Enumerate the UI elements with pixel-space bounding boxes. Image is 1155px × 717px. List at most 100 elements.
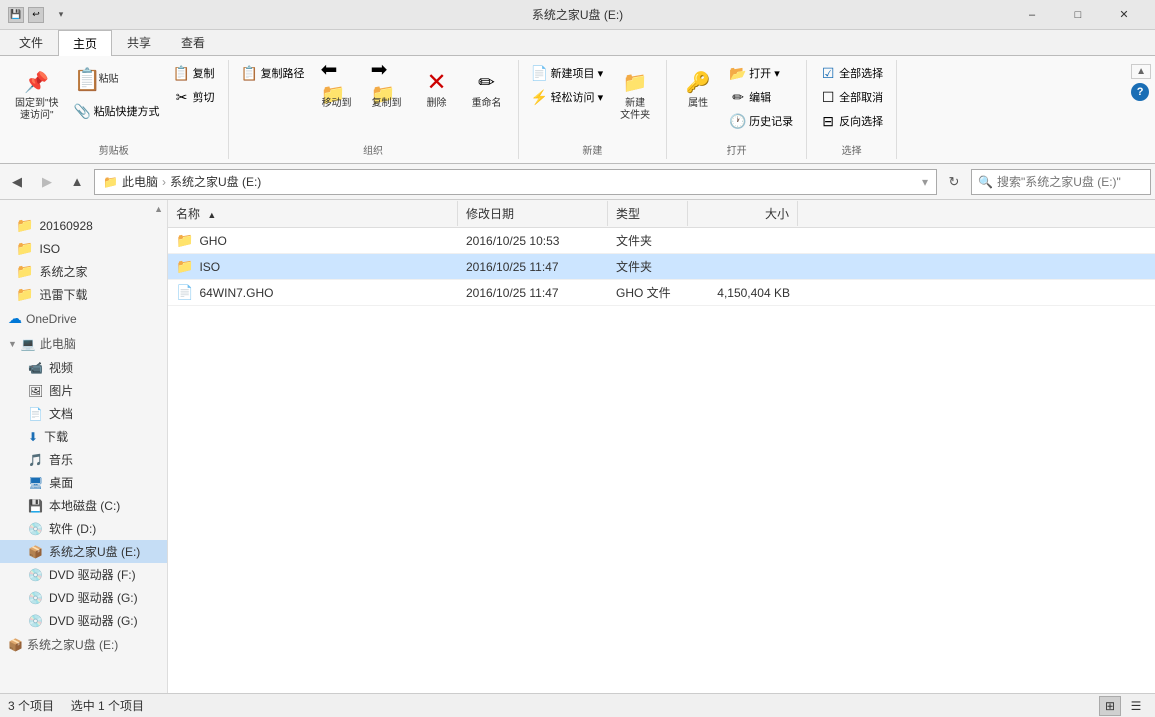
drive-f-icon: 💿 <box>28 568 43 582</box>
deselect-all-button[interactable]: ☐ 全部取消 <box>815 86 888 108</box>
select-all-button[interactable]: ☑ 全部选择 <box>815 62 888 84</box>
copy-button[interactable]: 📋 复制 <box>169 62 220 84</box>
search-input[interactable] <box>997 175 1152 189</box>
new-folder-button[interactable]: 📁 新建文件夹 <box>612 62 658 126</box>
ribbon-collapse-button[interactable]: ▲ <box>1131 64 1151 79</box>
file-row-0[interactable]: 📁 GHO 2016/10/25 10:53 文件夹 <box>168 228 1155 254</box>
easy-access-button[interactable]: ⚡ 轻松访问 ▾ <box>527 86 609 108</box>
undo-icon[interactable]: ↩ <box>28 7 44 23</box>
sidebar-item-pictures[interactable]: 🖼 图片 <box>0 379 167 402</box>
sidebar-item-thunder[interactable]: 📁 迅雷下载 <box>0 283 167 306</box>
forward-button[interactable]: ▶ <box>34 170 60 194</box>
folder-icon-systemhome: 📁 <box>16 263 33 280</box>
sidebar-drive-f[interactable]: 💿 DVD 驱动器 (F:) <box>0 563 167 586</box>
sidebar-item-onedrive[interactable]: ☁ OneDrive <box>0 306 167 331</box>
col-header-date[interactable]: 修改日期 <box>458 201 608 226</box>
tab-home[interactable]: 主页 <box>58 30 112 56</box>
tab-file[interactable]: 文件 <box>4 29 58 55</box>
sidebar-item-downloads[interactable]: ⬇ 下载 <box>0 425 167 448</box>
move-to-button[interactable]: ⬅📁 移动到 <box>314 62 360 114</box>
address-breadcrumb[interactable]: 📁 此电脑 › 系统之家U盘 (E:) ▾ <box>94 169 937 195</box>
sidebar-item-network[interactable]: 📦 系统之家U盘 (E:) <box>0 632 167 657</box>
open-col: 📂 打开 ▾ ✏ 编辑 🕐 历史记录 <box>725 62 798 132</box>
downloads-icon: ⬇ <box>28 430 38 444</box>
copy-to-button[interactable]: ➡📁 复制到 <box>364 62 410 114</box>
folder-icon-20160928: 📁 <box>16 217 33 234</box>
breadcrumb-dropdown[interactable]: ▾ <box>922 175 928 189</box>
select-all-label: 全部选择 <box>839 65 883 81</box>
tab-view[interactable]: 查看 <box>166 29 220 55</box>
statusbar-right: ⊞ ☰ <box>1099 696 1147 716</box>
items-count: 3 个项目 <box>8 699 54 713</box>
select-all-icon: ☑ <box>820 65 836 81</box>
organize-col5: ✏ 重命名 <box>464 62 510 114</box>
up-button[interactable]: ▲ <box>64 170 90 194</box>
rename-button[interactable]: ✏ 重命名 <box>464 62 510 114</box>
invert-select-icon: ⊟ <box>820 113 836 129</box>
sidebar-drive-d[interactable]: 💿 软件 (D:) <box>0 517 167 540</box>
paste-button[interactable]: 📋 粘贴 <box>70 62 165 98</box>
edit-label: 编辑 <box>749 89 771 105</box>
file-icon-1: 📁 <box>176 258 193 275</box>
invert-select-button[interactable]: ⊟ 反向选择 <box>815 110 888 132</box>
properties-button[interactable]: 🔑 属性 <box>675 62 721 114</box>
new-buttons: 📄 新建项目 ▾ ⚡ 轻松访问 ▾ 📁 新建文件夹 <box>527 62 659 140</box>
history-button[interactable]: 🕐 历史记录 <box>725 110 798 132</box>
breadcrumb-part1[interactable]: 此电脑 <box>122 173 158 190</box>
grid-view-button[interactable]: ⊞ <box>1099 696 1121 716</box>
open-button[interactable]: 📂 打开 ▾ <box>725 62 798 84</box>
sidebar-drive-g1[interactable]: 💿 DVD 驱动器 (G:) <box>0 586 167 609</box>
list-view-button[interactable]: ☰ <box>1125 696 1147 716</box>
sidebar-item-systemhome[interactable]: 📁 系统之家 <box>0 260 167 283</box>
refresh-button[interactable]: ↻ <box>941 170 967 194</box>
back-button[interactable]: ◀ <box>4 170 30 194</box>
col-header-name[interactable]: 名称 ▲ <box>168 201 458 226</box>
help-button[interactable]: ? <box>1131 83 1149 101</box>
new-item-button[interactable]: 📄 新建项目 ▾ <box>527 62 609 84</box>
file-size-2: 4,150,404 KB <box>688 284 798 302</box>
this-pc-toggle: ▼ <box>8 339 17 349</box>
sidebar-label-thunder: 迅雷下载 <box>39 286 87 303</box>
downloads-label: 下载 <box>44 428 68 445</box>
sidebar-item-music[interactable]: 🎵 音乐 <box>0 448 167 471</box>
properties-label: 属性 <box>688 98 708 110</box>
file-row-1[interactable]: 📁 ISO 2016/10/25 11:47 文件夹 <box>168 254 1155 280</box>
sidebar-item-documents[interactable]: 📄 文档 <box>0 402 167 425</box>
filelist-header: 名称 ▲ 修改日期 类型 大小 <box>168 200 1155 228</box>
cut-button[interactable]: ✂ 剪切 <box>169 86 220 108</box>
open-icon: 📂 <box>730 65 746 81</box>
minimize-button[interactable]: – <box>1009 0 1055 30</box>
ribbon-group-new: 📄 新建项目 ▾ ⚡ 轻松访问 ▾ 📁 新建文件夹 新建 <box>519 60 668 159</box>
select-buttons: ☑ 全部选择 ☐ 全部取消 ⊟ 反向选择 <box>815 62 888 140</box>
organize-col4: ✕ 删除 <box>414 62 460 114</box>
sidebar-item-iso[interactable]: 📁 ISO <box>0 237 167 260</box>
paste-shortcut-button[interactable]: 📎 粘贴快捷方式 <box>70 100 165 122</box>
col-header-size[interactable]: 大小 <box>688 201 798 226</box>
col-type-label: 类型 <box>616 207 640 221</box>
copy-path-button[interactable]: 📋 复制路径 <box>237 62 310 84</box>
sidebar: ▲ 📁 20160928 📁 ISO 📁 系统之家 📁 迅雷下载 ☁ OneDr… <box>0 200 168 693</box>
maximize-button[interactable]: □ <box>1055 0 1101 30</box>
delete-button[interactable]: ✕ 删除 <box>414 62 460 114</box>
sidebar-drive-g2[interactable]: 💿 DVD 驱动器 (G:) <box>0 609 167 632</box>
scroll-up-button[interactable]: ▲ <box>154 204 163 214</box>
sidebar-item-this-pc[interactable]: ▼ 💻 此电脑 <box>0 331 167 356</box>
sidebar-item-20160928[interactable]: 📁 20160928 <box>0 214 167 237</box>
dropdown-icon[interactable]: ▾ <box>48 3 74 27</box>
breadcrumb-part2[interactable]: 系统之家U盘 (E:) <box>170 173 261 190</box>
sidebar-item-desktop[interactable]: 🖥 桌面 <box>0 471 167 494</box>
sidebar-item-videos[interactable]: 📹 视频 <box>0 356 167 379</box>
deselect-all-label: 全部取消 <box>839 89 883 105</box>
tab-share[interactable]: 共享 <box>112 29 166 55</box>
sidebar-drive-e[interactable]: 📦 系统之家U盘 (E:) <box>0 540 167 563</box>
sidebar-drive-c[interactable]: 💾 本地磁盘 (C:) <box>0 494 167 517</box>
close-button[interactable]: ✕ <box>1101 0 1147 30</box>
onedrive-icon: ☁ <box>8 310 22 327</box>
drive-e-label: 系统之家U盘 (E:) <box>49 543 140 560</box>
pin-to-quick-access-button[interactable]: 📌 固定到"快速访问" <box>8 62 66 126</box>
edit-button[interactable]: ✏ 编辑 <box>725 86 798 108</box>
file-row-2[interactable]: 📄 64WIN7.GHO 2016/10/25 11:47 GHO 文件 4,1… <box>168 280 1155 306</box>
col-header-type[interactable]: 类型 <box>608 201 688 226</box>
save-icon[interactable]: 💾 <box>8 7 24 23</box>
clipboard-buttons: 📌 固定到"快速访问" 📋 粘贴 📎 粘贴快捷方式 📋 复制 <box>8 62 220 140</box>
